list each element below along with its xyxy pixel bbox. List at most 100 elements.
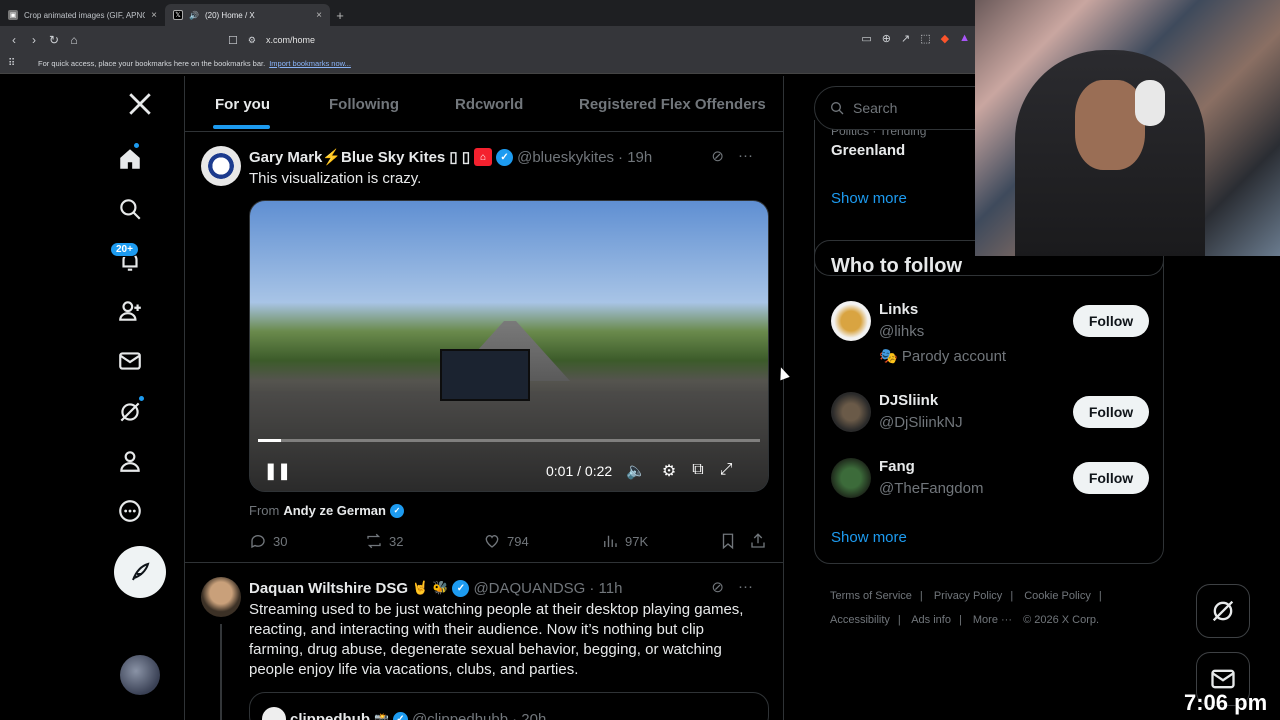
mail-icon [1211,669,1235,689]
tweet-time[interactable]: · 19h [618,149,652,166]
search-icon [831,102,844,115]
repost-count: 32 [389,533,404,549]
tweet-more-icon[interactable]: ··· [738,147,753,165]
brave-shield-icon[interactable]: ◆ [941,32,949,45]
reply-count: 30 [273,533,288,549]
tab-for-you[interactable]: For you [215,76,270,132]
verified-badge-icon: ✓ [496,148,514,166]
suggestion-name[interactable]: Fang [879,458,915,475]
post-compose-button[interactable] [114,546,166,598]
author-name[interactable]: Gary Mark⚡Blue Sky Kites ▯ ▯ [249,148,470,166]
picture-in-picture-icon[interactable]: ⧉ [692,461,703,481]
follow-suggestion[interactable]: Fang @TheFangdom Follow [831,458,1149,518]
video-player[interactable]: ❚❚ 0:01 / 0:22 🔈 ⚙ ⧉ ⤢ [249,200,769,492]
home-icon[interactable]: ⌂ [64,30,84,50]
reload-icon[interactable]: ↻ [44,30,64,50]
messages-mail-icon[interactable] [116,347,144,375]
ads-info-link[interactable]: Ads info [911,614,951,626]
tab-rdcworld[interactable]: Rdcworld [455,76,523,132]
more-options-icon[interactable] [116,497,144,525]
tweet-text: This visualization is crazy. [249,170,422,187]
reply-button[interactable]: 30 [249,532,287,550]
tab-registered-flex-offenders[interactable]: Registered Flex Offenders [579,76,766,132]
show-more-suggestions-link[interactable]: Show more [831,529,907,546]
grok-explain-icon[interactable]: ⊘ [711,147,724,165]
share-icon[interactable]: ↗ [901,32,910,45]
author-name[interactable]: Daquan Wiltshire DSG [249,580,408,597]
views-button[interactable]: 97K [601,532,648,550]
suggestion-name[interactable]: Links [879,301,918,318]
reply-icon [251,535,265,549]
tab-close-icon[interactable]: × [151,10,157,21]
x-logo-icon[interactable] [126,90,154,118]
tweet-header: Daquan Wiltshire DSG 🤘 🐝 ✓ @DAQUANDSG · … [249,578,769,598]
accessibility-link[interactable]: Accessibility [830,614,890,626]
follow-button[interactable]: Follow [1073,305,1149,337]
brave-rewards-icon[interactable]: ▲ [959,32,970,45]
more-link[interactable]: More ··· [973,614,1012,626]
tab-audio-icon[interactable]: 🔊 [189,11,199,20]
new-tab-button[interactable]: + [330,4,350,26]
from-author[interactable]: Andy ze German [283,503,386,518]
forward-icon[interactable]: › [24,30,44,50]
tab-following[interactable]: Following [329,76,399,132]
follow-suggestion[interactable]: Links @lihks 🎭 Parody account Follow [831,301,1149,375]
explore-search-icon[interactable] [116,195,144,223]
grok-floating-button[interactable] [1196,584,1250,638]
tweet-header: Gary Mark⚡Blue Sky Kites ▯ ▯ ⌂ ✓ @bluesk… [249,147,769,167]
privacy-link[interactable]: Privacy Policy [934,590,1002,602]
pause-icon[interactable]: ❚❚ [264,461,291,481]
quoted-tweet[interactable]: clippedhub 📸 ✓ @clippedhubb · 20h [249,692,769,720]
tweet-time[interactable]: · 11h [589,580,622,597]
follow-button[interactable]: Follow [1073,396,1149,428]
fullscreen-icon[interactable]: ⤢ [720,461,733,481]
follow-suggestion[interactable]: DJSliink @DjSliinkNJ Follow [831,392,1149,452]
follow-suggestions-icon[interactable] [116,297,144,325]
volume-icon[interactable]: 🔈 [626,461,646,481]
cookie-link[interactable]: Cookie Policy [1024,590,1091,602]
bookmark-star-icon[interactable]: ☐ [228,34,238,47]
extensions-icon[interactable]: ⬚ [920,32,930,45]
terms-link[interactable]: Terms of Service [830,590,912,602]
trend-name[interactable]: Greenland [831,142,905,159]
bookmark-button[interactable] [719,532,737,550]
author-handle[interactable]: @blueskykites [517,149,614,166]
suggestion-avatar[interactable] [831,301,871,341]
verified-badge-icon: ✓ [389,503,404,518]
follow-button[interactable]: Follow [1073,462,1149,494]
suggestion-name[interactable]: DJSliink [879,392,938,409]
import-bookmarks-link[interactable]: Import bookmarks now... [269,59,351,68]
zoom-icon[interactable]: ⊕ [882,32,891,45]
home-timeline: For you Following Rdcworld Registered Fl… [184,76,784,720]
browser-tab-crop[interactable]: ▣ Crop animated images (GIF, APNG, W × [0,4,165,26]
home-nav-icon[interactable] [116,145,144,173]
show-more-trends-link[interactable]: Show more [831,190,907,207]
repost-button[interactable]: 32 [365,532,403,550]
settings-gear-icon[interactable]: ⚙ [662,461,676,481]
cast-icon[interactable]: ▭ [861,32,871,45]
apps-grid-icon[interactable]: ⠿ [8,58,22,69]
site-info-icon[interactable]: ⚙ [248,35,256,46]
share-button[interactable] [749,532,767,550]
profile-icon[interactable] [116,447,144,475]
account-avatar[interactable] [120,655,160,695]
views-chart-icon [604,535,617,547]
video-progress-bar[interactable] [258,439,760,442]
author-handle[interactable]: @DAQUANDSG [473,580,585,597]
tab-close-icon[interactable]: × [316,10,322,21]
grok-icon[interactable] [116,398,144,426]
who-to-follow-box: Who to follow Links @lihks 🎭 Parody acco… [814,240,1164,564]
author-avatar[interactable] [201,577,241,617]
grok-explain-icon[interactable]: ⊘ [711,578,724,596]
suggestion-avatar[interactable] [831,392,871,432]
like-button[interactable]: 794 [483,532,529,550]
browser-tab-x-home[interactable]: 𝕏 🔊 (20) Home / X × [165,4,330,26]
author-avatar[interactable] [201,146,241,186]
address-bar[interactable]: x.com/home [266,35,315,45]
tweet-more-icon[interactable]: ··· [738,578,753,596]
back-icon[interactable]: ‹ [4,30,24,50]
suggestion-avatar[interactable] [831,458,871,498]
tweet[interactable]: Gary Mark⚡Blue Sky Kites ▯ ▯ ⌂ ✓ @bluesk… [185,133,783,563]
tab-favicon-icon: ▣ [8,10,18,20]
tweet[interactable]: Daquan Wiltshire DSG 🤘 🐝 ✓ @DAQUANDSG · … [185,564,783,720]
